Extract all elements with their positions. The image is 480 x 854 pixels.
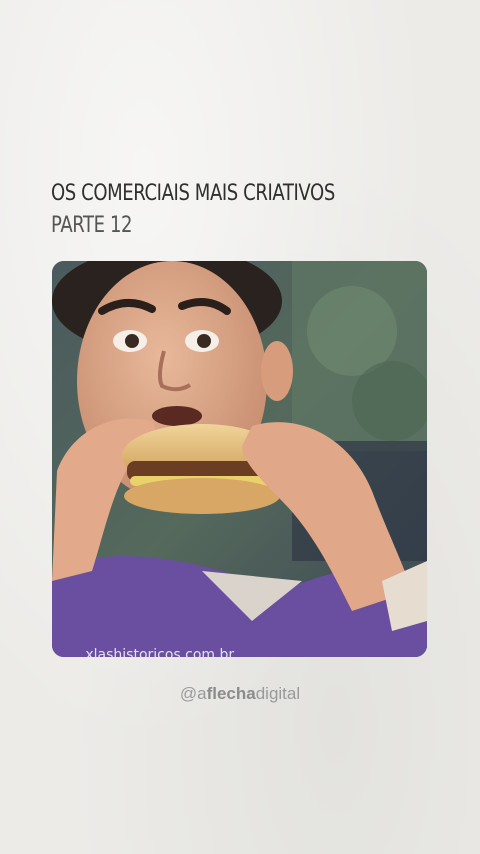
post-title: OS COMERCIAIS MAIS CRIATIVOS [51,181,335,206]
handle-at: @a [179,684,207,703]
video-player[interactable]: ...xlashistoricos.com.br [52,261,427,657]
account-handle[interactable]: @aflechadigital [0,684,480,704]
video-still-image [52,261,427,657]
handle-suffix: digital [255,684,301,703]
handle-brand: flecha [206,684,256,703]
video-watermark: ...xlashistoricos.com.br [72,647,235,657]
post-subtitle: PARTE 12 [51,213,133,238]
